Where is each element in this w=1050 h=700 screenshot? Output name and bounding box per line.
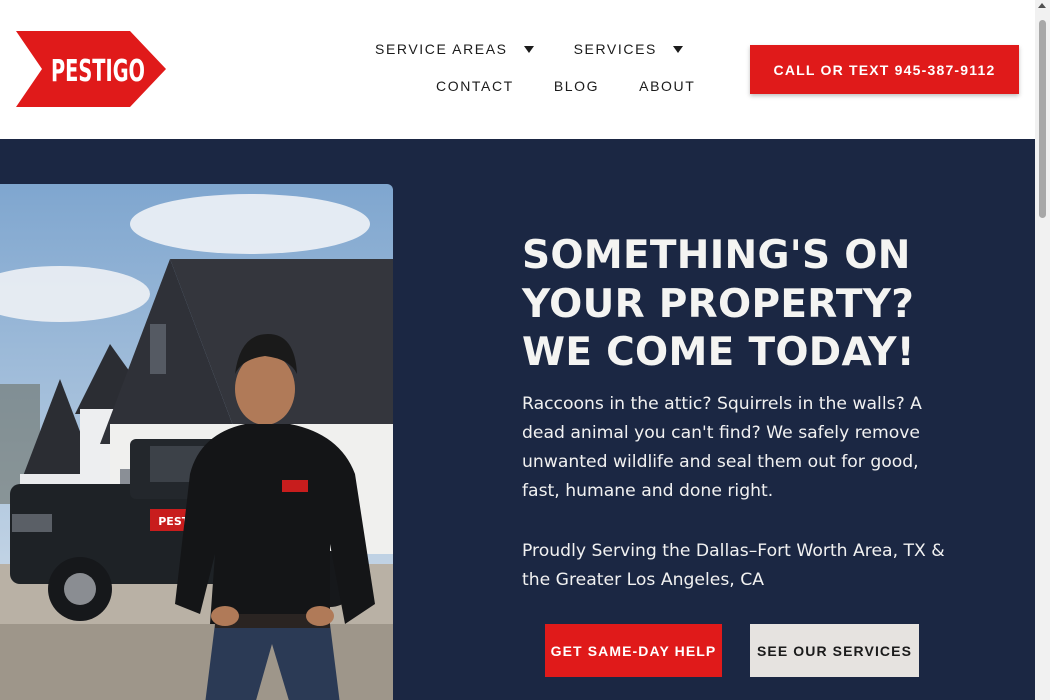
service-area-text: Proudly Serving the Dallas–Fort Worth Ar… xyxy=(522,541,945,590)
primary-nav-row-1: SERVICE AREAS SERVICES xyxy=(375,41,723,57)
logo-badge: PESTIGO xyxy=(16,31,166,107)
pestigo-logo[interactable]: PESTIGO xyxy=(16,31,166,107)
get-same-day-help-button[interactable]: GET SAME-DAY HELP xyxy=(545,624,722,677)
scrollbar-thumb[interactable] xyxy=(1039,20,1046,218)
hero-section: PESTIGO SOMETHING'S ON YOUR PROPERTY? WE… xyxy=(0,139,1035,700)
primary-nav-row-2: CONTACT BLOG ABOUT xyxy=(436,78,735,94)
chevron-down-icon xyxy=(672,45,683,53)
call-or-text-button[interactable]: CALL OR TEXT 945-387-9112 xyxy=(750,45,1019,94)
hero-headline: SOMETHING'S ON YOUR PROPERTY? WE COME TO… xyxy=(522,232,992,378)
hero-description: Raccoons in the attic? Squirrels in the … xyxy=(522,394,922,501)
hero-headline-line-1: SOMETHING'S ON xyxy=(522,233,911,278)
logo-text: PESTIGO xyxy=(51,54,145,89)
site-header: PESTIGO SERVICE AREAS SERVICES CONTACT B… xyxy=(0,0,1035,139)
hero-headline-line-3: WE COME TODAY! xyxy=(522,330,915,375)
technician-photo: PESTIGO xyxy=(0,184,393,700)
nav-about[interactable]: ABOUT xyxy=(639,78,695,94)
hero-headline-line-2: YOUR PROPERTY? xyxy=(522,281,915,327)
nav-blog[interactable]: BLOG xyxy=(554,78,599,94)
nav-service-areas-label: SERVICE AREAS xyxy=(375,41,508,57)
scroll-up-arrow-icon[interactable] xyxy=(1038,3,1046,8)
nav-contact[interactable]: CONTACT xyxy=(436,78,514,94)
chevron-down-icon xyxy=(523,45,534,53)
nav-service-areas[interactable]: SERVICE AREAS xyxy=(375,41,534,57)
nav-services[interactable]: SERVICES xyxy=(574,41,683,57)
nav-services-label: SERVICES xyxy=(573,41,657,57)
page-scrollbar[interactable] xyxy=(1035,0,1050,700)
see-our-services-button[interactable]: SEE OUR SERVICES xyxy=(750,624,919,677)
